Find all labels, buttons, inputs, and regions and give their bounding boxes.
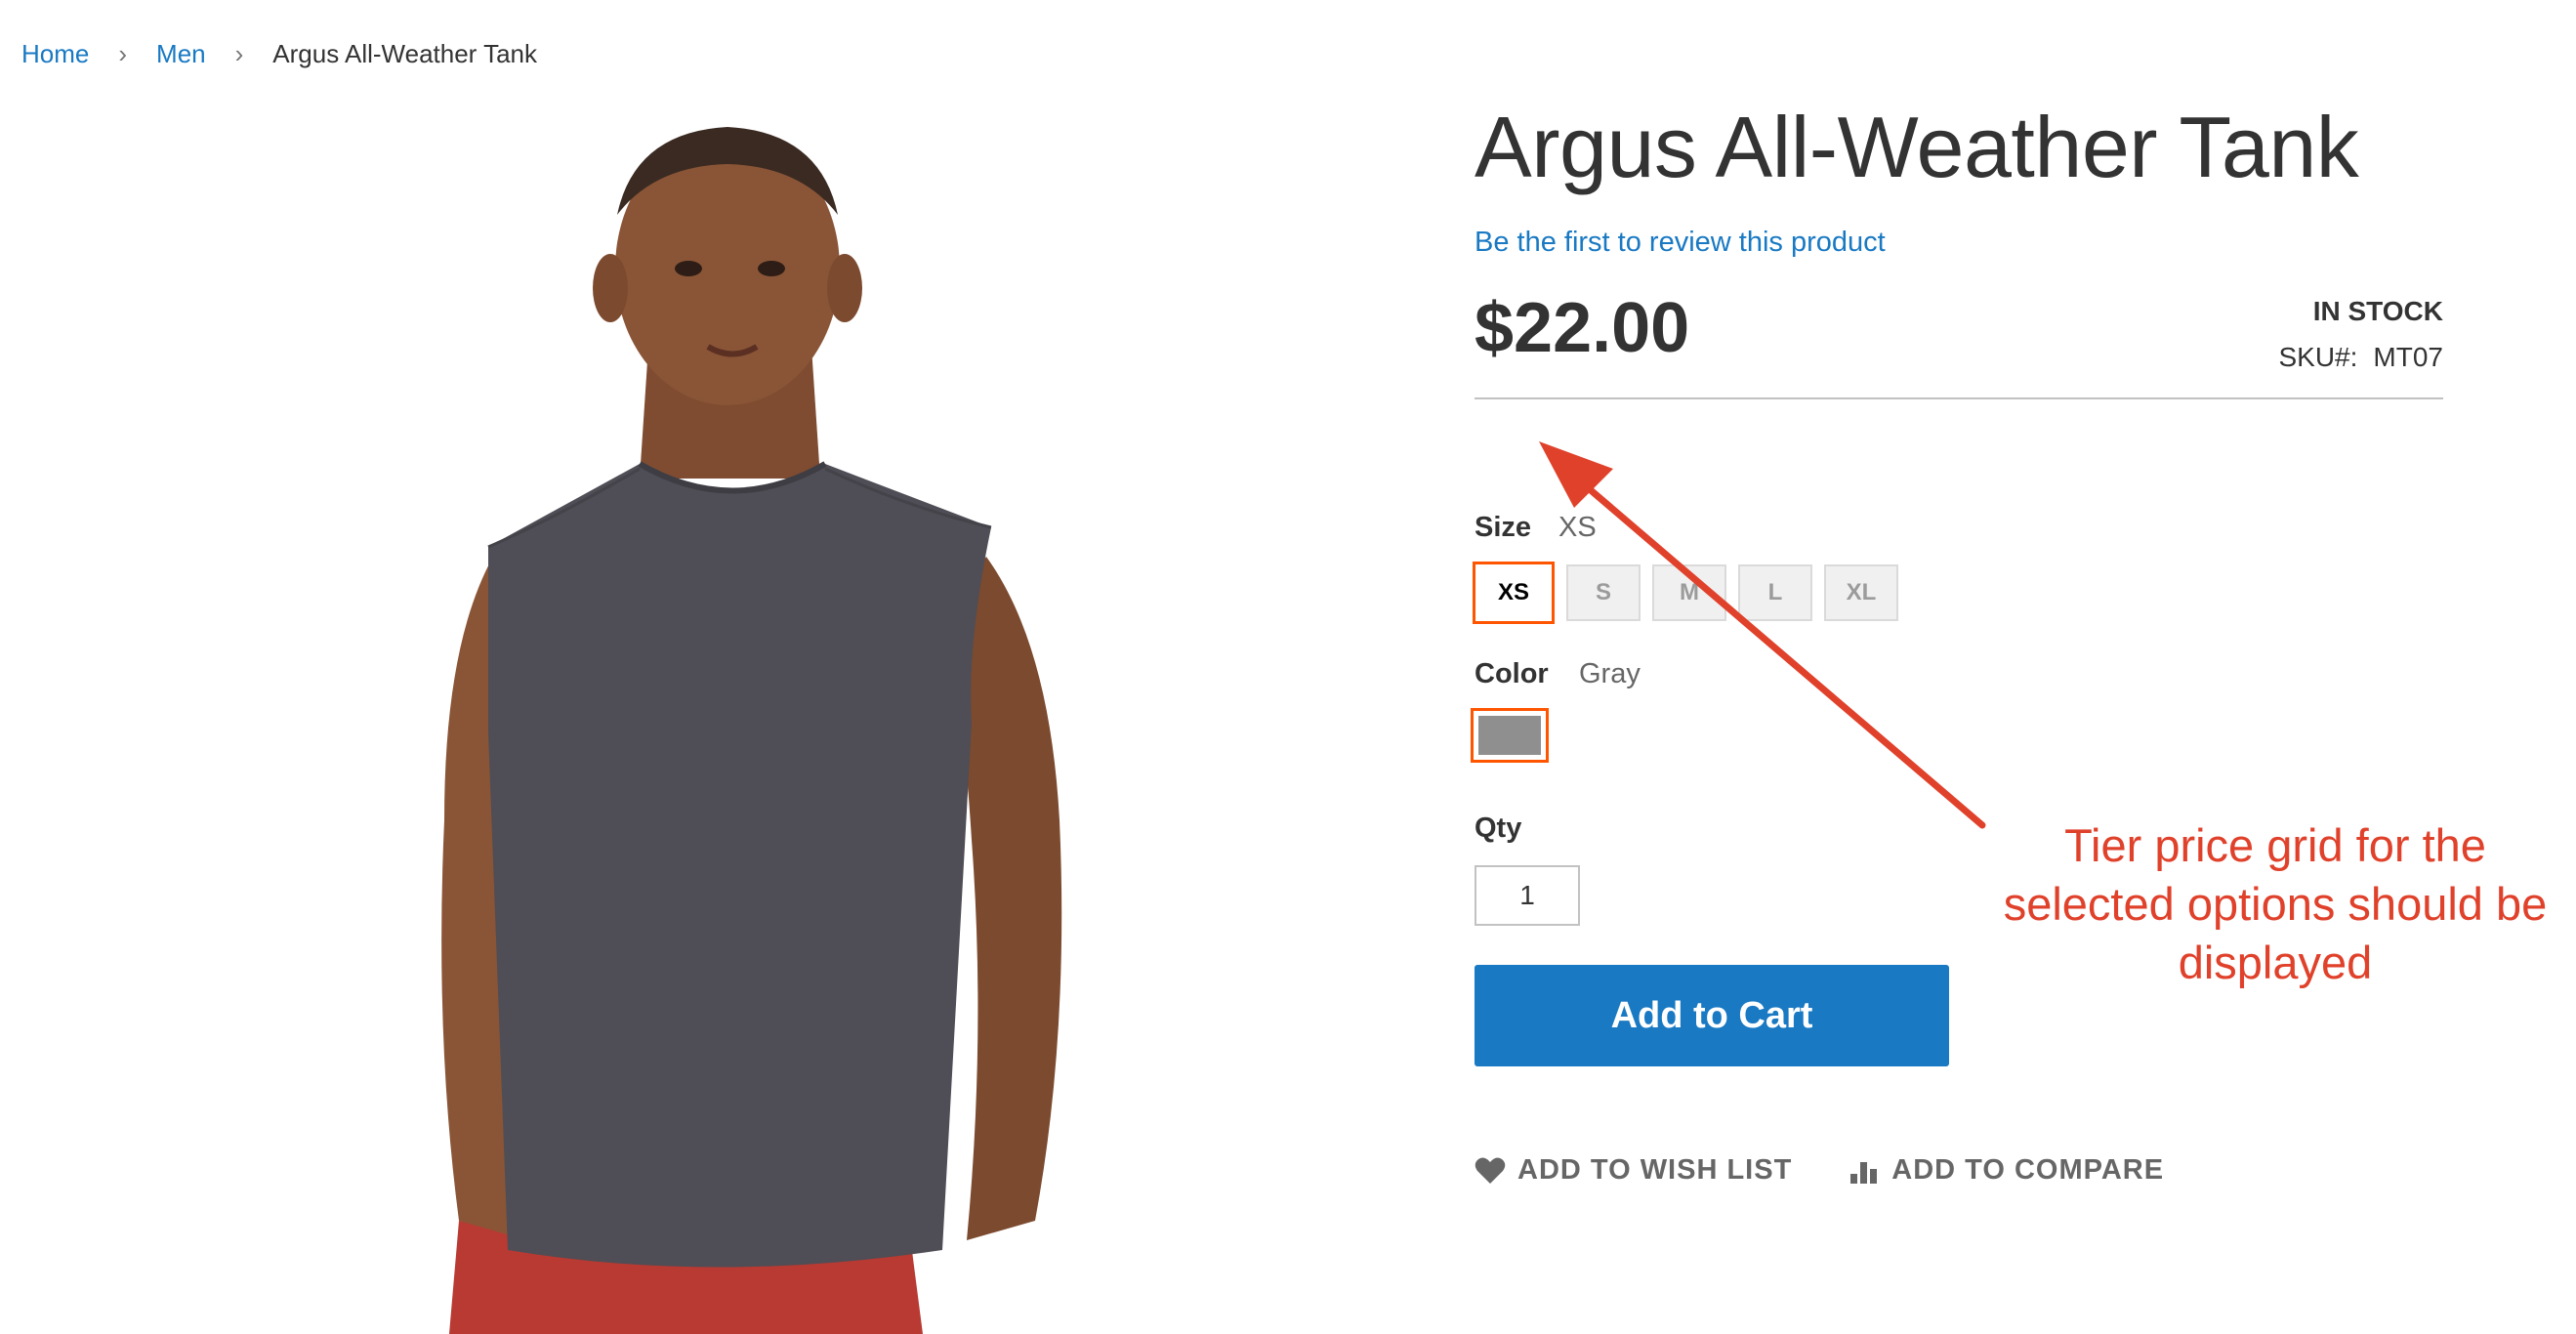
stock-status: IN STOCK [2312, 296, 2443, 326]
wish-list-label: ADD TO WISH LIST [1517, 1154, 1793, 1186]
breadcrumb-current: Argus All-Weather Tank [272, 39, 538, 68]
qty-label: Qty [1475, 813, 1522, 844]
qty-input[interactable] [1475, 865, 1580, 926]
breadcrumb-men-link[interactable]: Men [156, 39, 206, 69]
annotation-note: Tier price grid for the selected options… [2003, 819, 2548, 988]
size-swatch-xl[interactable]: XL [1824, 564, 1898, 621]
color-label: Color [1475, 658, 1549, 689]
breadcrumb: Home › Men › Argus All-Weather Tank [21, 39, 537, 69]
sku: SKU#: MT07 [2278, 342, 2443, 373]
compare-chart-icon [1850, 1161, 1878, 1184]
add-to-cart-button[interactable]: Add to Cart [1475, 965, 1949, 1066]
size-swatch-m[interactable]: M [1652, 564, 1726, 621]
sku-label: SKU#: [2278, 342, 2358, 372]
size-swatch-s[interactable]: S [1566, 564, 1641, 621]
add-to-wish-list-link[interactable]: ADD TO WISH LIST [1475, 1154, 1792, 1187]
add-to-compare-link[interactable]: ADD TO COMPARE [1849, 1154, 2164, 1187]
color-swatch-gray[interactable] [1471, 708, 1549, 763]
product-image-gallery[interactable] [0, 98, 1387, 1334]
review-link[interactable]: Be the first to review this product [1475, 227, 1886, 259]
size-swatch-l[interactable]: L [1738, 564, 1812, 621]
price-divider [1475, 397, 2443, 399]
product-photo [441, 127, 1062, 1334]
size-label: Size [1475, 512, 1532, 543]
size-swatch-xs[interactable]: XS [1473, 562, 1555, 624]
color-selected-value: Gray [1579, 658, 1641, 689]
sku-value: MT07 [2373, 342, 2443, 372]
breadcrumb-separator-icon: › [118, 39, 128, 68]
breadcrumb-separator-icon: › [234, 39, 244, 68]
heart-icon [1475, 1157, 1506, 1184]
product-title: Argus All-Weather Tank [1475, 99, 2359, 195]
breadcrumb-home-link[interactable]: Home [21, 39, 89, 69]
product-price: $22.00 [1475, 289, 1690, 367]
size-selected-value: XS [1558, 512, 1597, 543]
product-actions: ADD TO WISH LIST ADD TO COMPARE [1475, 1154, 2164, 1187]
compare-label: ADD TO COMPARE [1891, 1154, 2165, 1186]
size-swatches: XS S M L XL [1473, 562, 1898, 624]
color-chip [1478, 716, 1541, 755]
